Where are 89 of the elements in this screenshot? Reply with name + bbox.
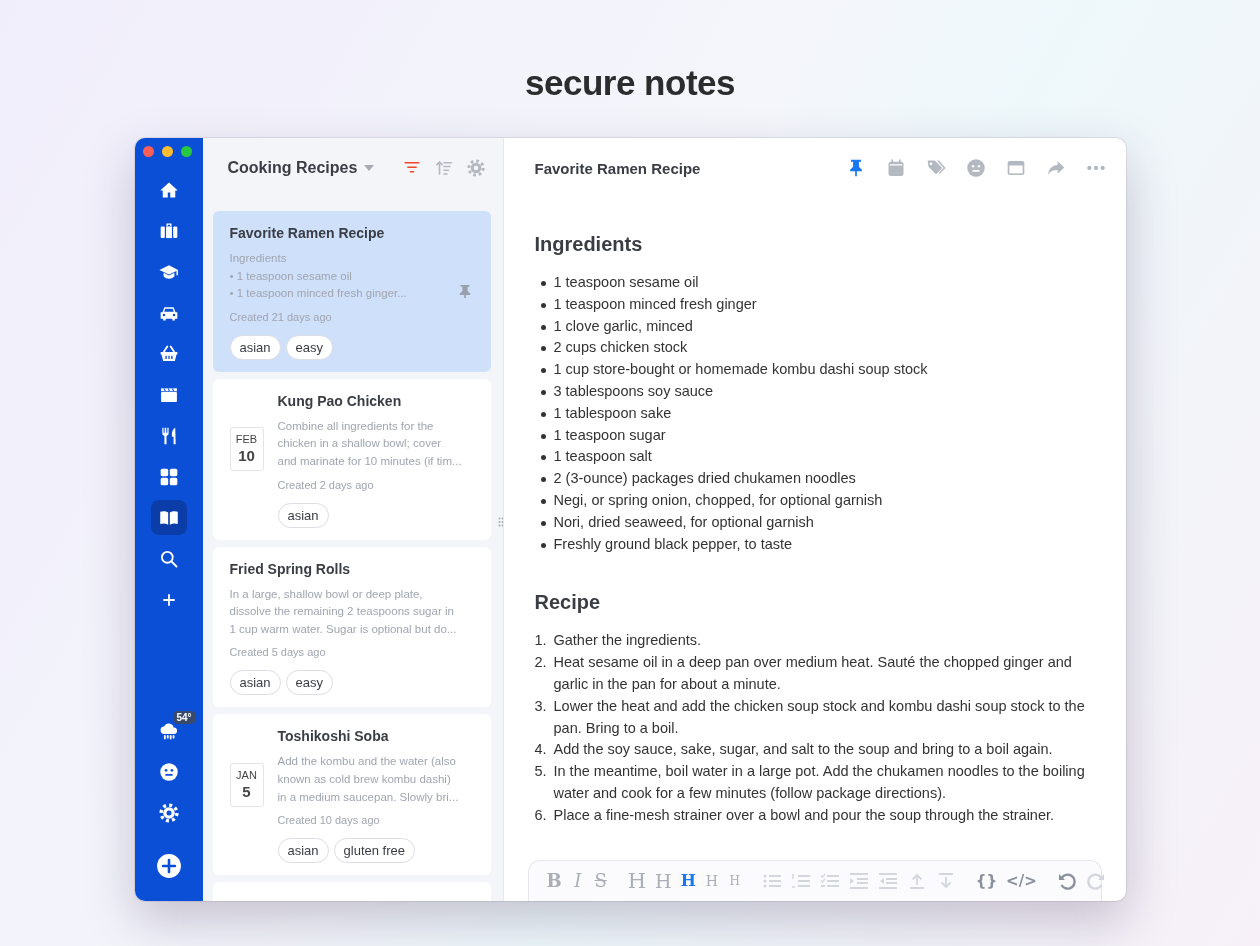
list-number: 5. (534, 762, 548, 782)
note-preview: Combine all ingredients for the (277, 418, 435, 434)
bullet-icon (540, 433, 546, 439)
list-item-text: 1 clove garlic, minced (553, 316, 693, 336)
list-item-text: 3 tablespoons soy sauce (553, 382, 714, 401)
list-item-text: Heat sesame oil in a deep pan over medium heat. Sauté the chopped ginger and garlic in the pan for about a minute. (553, 653, 1073, 694)
tag[interactable]: gluten free (333, 838, 415, 864)
list-item-text: Lower the heat and add the chicken soup stock and kombu dashi soup stock to the pan. Bring to a boil. (553, 696, 1086, 738)
bullet-icon (540, 520, 546, 526)
note-card[interactable]: FEB 10 Kung Pao Chicken Combine all ingredients for the chicken in a shallow bowl; cover and marinate for 10 minutes (if tim... Created 2 days ago asian (212, 378, 491, 540)
section-heading: Recipe (534, 590, 602, 615)
list-item-text: 1 teaspoon sesame oil (553, 273, 699, 292)
bullet-icon (540, 324, 546, 330)
note-title: Kung Pao Chicken (277, 392, 403, 410)
close-button[interactable] (142, 146, 154, 157)
note-title: Favorite Ramen Recipe (534, 159, 701, 177)
tag[interactable]: asian (277, 502, 329, 528)
list-item-text: Negi, or spring onion, chopped, for optional garnish (553, 490, 883, 510)
list-item-text: Add the soy sauce, sake, sugar, and salt to the soup and bring to a boil again. (553, 740, 1053, 760)
created-date: Created 5 days ago (229, 645, 327, 660)
note-preview: • 1 teaspoon minced fresh ginger... (229, 286, 408, 302)
section-heading: Ingredients (534, 232, 644, 256)
bullet-icon (540, 368, 546, 374)
note-title: Fried Spring Rolls (229, 560, 352, 578)
bullet-icon (540, 477, 546, 483)
list-number: 1. (534, 631, 548, 651)
book-icon[interactable] (150, 500, 187, 535)
note-card[interactable]: Fried Spring Rolls In a large, shallow bowl or deep plate, dissolve the remaining 2 teaspoons sugar in 1 cup warm water. Sugar is optional but do... Created 5 days ago asian easy (212, 546, 491, 708)
list-item-text: Nori, dried seaweed, for optional garnish (553, 512, 814, 532)
list-number: 4. (534, 740, 548, 760)
note-preview: in a medium saucepan. Slowly bri... (277, 789, 460, 805)
tag[interactable]: asian (229, 670, 281, 696)
tag[interactable]: asian (229, 334, 281, 360)
temperature-badge: 54° (172, 711, 196, 724)
list-number: 3. (534, 696, 548, 716)
tag[interactable]: asian (277, 838, 329, 864)
tag[interactable]: easy (285, 670, 334, 696)
note-preview: and marinate for 10 minutes (if tim... (277, 453, 463, 469)
list-item-text: 2 cups chicken stock (553, 338, 688, 358)
bullet-icon (540, 281, 546, 286)
note-preview: 1 cup warm water. Sugar is optional but do... (229, 621, 458, 637)
bullet-icon (540, 455, 546, 461)
note-preview: chicken in a shallow bowl; cover (277, 436, 443, 452)
minimize-button[interactable] (161, 146, 173, 157)
note-card[interactable]: Favorite Ramen Recipe Ingredients • 1 teaspoon sesame oil • 1 teaspoon minced fresh ginger... Created 21 days ago asian easy (212, 211, 491, 372)
list-item-text: Gather the ingredients. (553, 631, 701, 651)
pin-icon[interactable] (457, 284, 472, 300)
note-preview: In a large, shallow bowl or deep plate, (229, 586, 424, 602)
bullet-icon (540, 302, 546, 308)
list-item-text: Freshly ground black pepper, to taste (553, 534, 793, 554)
list-item-text: 1 teaspoon salt (553, 447, 652, 467)
list-item-text: 2 (3-ounce) packages dried chukamen noodles (553, 469, 856, 489)
note-preview: dissolve the remaining 2 teaspoons sugar in (229, 604, 455, 620)
created-date: Created 2 days ago (277, 477, 375, 492)
list-item-text: Place a fine-mesh strainer over a bowl and pour the soup through the strainer. (553, 805, 1055, 825)
bullet-icon (540, 411, 546, 417)
created-date: Created 21 days ago (229, 309, 333, 324)
bullet-icon (540, 346, 546, 352)
list-item-text: In the meantime, boil water in a large pot. Add the chukamen noodles to the boiling water and cook for a few minutes (follow package directions). (553, 762, 1086, 803)
list-item-text: 1 cup store-bought or homemade kombu dashi soup stock (553, 360, 928, 380)
date-day: 5 (242, 781, 251, 801)
note-preview: • 1 teaspoon sesame oil (229, 268, 353, 284)
date-month: FEB (235, 433, 258, 447)
list-number: 2. (534, 653, 548, 673)
created-date: Created 10 days ago (277, 813, 381, 828)
note-title: Toshikoshi Soba (277, 728, 390, 746)
note-title: Favorite Ramen Recipe (229, 225, 386, 242)
heading-button[interactable]: H (680, 871, 696, 891)
sort-icon[interactable] (434, 159, 453, 177)
zoom-button[interactable] (180, 146, 192, 157)
undo-icon[interactable] (1056, 872, 1077, 890)
tag[interactable]: easy (285, 334, 334, 360)
date-month: JAN (236, 768, 257, 782)
caret-icon[interactable] (364, 165, 375, 171)
window-icon[interactable] (1005, 158, 1026, 178)
list-item-text: 1 teaspoon minced fresh ginger (553, 294, 757, 314)
list-number: 6. (534, 805, 548, 825)
note-preview: Add the kombu and the water (also (277, 754, 457, 770)
note-card[interactable]: JAN 5 Toshikoshi Soba Add the kombu and the water (also known as cold brew kombu dashi) in a medium saucepan. Slowly bri... Created 10 days ago asian gluten free (212, 714, 491, 876)
list-item-text: 1 tablespoon sake (553, 403, 672, 423)
note-preview: known as cold brew kombu dashi) (277, 771, 452, 787)
note-preview: Ingredients (229, 251, 288, 266)
bullet-icon (540, 542, 546, 548)
notebook-title[interactable]: Cooking Recipes (227, 159, 358, 177)
bullet-icon (540, 498, 546, 504)
page-title: secure notes (525, 62, 735, 104)
list-item-text: 1 teaspoon sugar (553, 425, 666, 445)
date-day: 10 (238, 446, 255, 466)
bullet-icon (540, 390, 546, 395)
